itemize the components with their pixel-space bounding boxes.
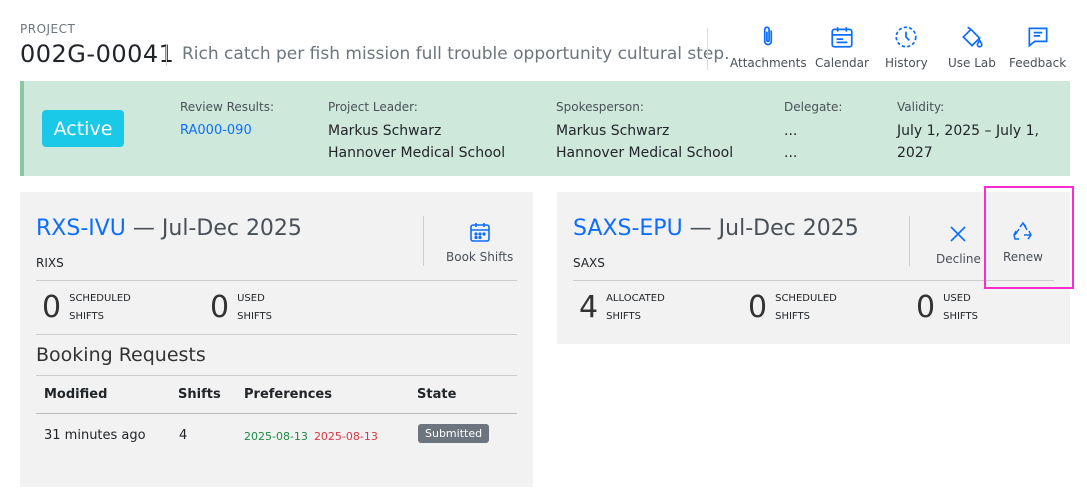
review-results-link[interactable]: RA000-090	[180, 123, 252, 138]
used-shifts-stat: 0 USED SHIFTS	[916, 290, 978, 325]
toolbar-divider	[707, 28, 708, 70]
table-header-line	[36, 413, 517, 414]
beamline-link[interactable]: RXS-IVU	[36, 216, 126, 241]
use-lab-button[interactable]: Use Lab	[948, 24, 996, 70]
card-divider	[36, 334, 517, 335]
card-title: RXS-IVU — Jul-Dec 2025	[36, 216, 302, 241]
paint-bucket-icon	[962, 26, 983, 48]
card-title: SAXS-EPU — Jul-Dec 2025	[573, 216, 859, 241]
feedback-icon	[1028, 27, 1048, 48]
feedback-label: Feedback	[1009, 56, 1067, 70]
use-lab-label: Use Lab	[948, 56, 996, 70]
renew-highlight-box	[984, 186, 1074, 289]
history-label: History	[885, 56, 928, 70]
status-badge: Active	[42, 110, 124, 147]
card-subtitle: RIXS	[36, 256, 64, 270]
calendar-button[interactable]: Calendar	[815, 24, 869, 70]
beamline-link[interactable]: SAXS-EPU	[573, 216, 683, 241]
card-action-divider	[423, 216, 424, 266]
scheduled-shifts-stat: 0 SCHEDULED SHIFTS	[748, 290, 837, 325]
attachments-button[interactable]: Attachments	[730, 24, 807, 70]
card-action-divider	[909, 216, 910, 266]
allocated-shifts-stat: 4 ALLOCATED SHIFTS	[579, 290, 665, 325]
delegate-field: Delegate: ... ...	[784, 100, 843, 161]
book-shifts-button[interactable]: Book Shifts	[446, 220, 513, 264]
history-icon	[895, 26, 917, 48]
decline-button[interactable]: Decline	[936, 222, 981, 266]
project-label: PROJECT	[20, 22, 76, 36]
calendar-icon	[831, 27, 853, 48]
scheduled-shifts-stat: 0 SCHEDULED SHIFTS	[42, 290, 131, 325]
card-subtitle: SAXS	[573, 256, 605, 270]
project-leader-field: Project Leader: Markus Schwarz Hannover …	[328, 100, 506, 161]
table-top-line	[36, 375, 517, 376]
booking-requests-heading: Booking Requests	[36, 344, 206, 366]
title-divider	[166, 44, 167, 66]
project-id: 002G-00041	[20, 40, 175, 68]
state-badge: Submitted	[418, 424, 490, 443]
spokesperson-field: Spokesperson: Markus Schwarz Hannover Me…	[556, 100, 734, 161]
paperclip-icon	[764, 26, 773, 46]
calendar-label: Calendar	[815, 56, 869, 70]
validity-field: Validity: July 1, 2025 – July 1, 2027	[897, 100, 1039, 161]
row-modified: 31 minutes ago	[44, 428, 146, 443]
column-header-shifts: Shifts	[178, 387, 221, 402]
row-shifts: 4	[179, 428, 188, 443]
column-header-modified: Modified	[44, 387, 108, 402]
rxs-ivu-card: RXS-IVU — Jul-Dec 2025 RIXS Book Shifts …	[20, 192, 533, 487]
feedback-button[interactable]: Feedback	[1009, 24, 1066, 70]
status-band: Active Review Results: RA000-090 Project…	[20, 81, 1070, 176]
card-divider	[573, 280, 1054, 281]
column-header-preferences: Preferences	[244, 387, 332, 402]
used-shifts-stat: 0 USED SHIFTS	[210, 290, 272, 325]
column-header-state: State	[417, 387, 457, 402]
calendar-icon	[469, 223, 490, 242]
review-results-field: Review Results: RA000-090	[180, 100, 275, 138]
row-preferences: 2025-08-13 2025-08-13	[244, 430, 378, 443]
attachments-label: Attachments	[730, 56, 807, 70]
history-button[interactable]: History	[885, 24, 928, 70]
close-icon	[950, 226, 967, 242]
card-divider	[36, 280, 517, 281]
project-description: Rich catch per fish mission full trouble…	[182, 44, 730, 64]
